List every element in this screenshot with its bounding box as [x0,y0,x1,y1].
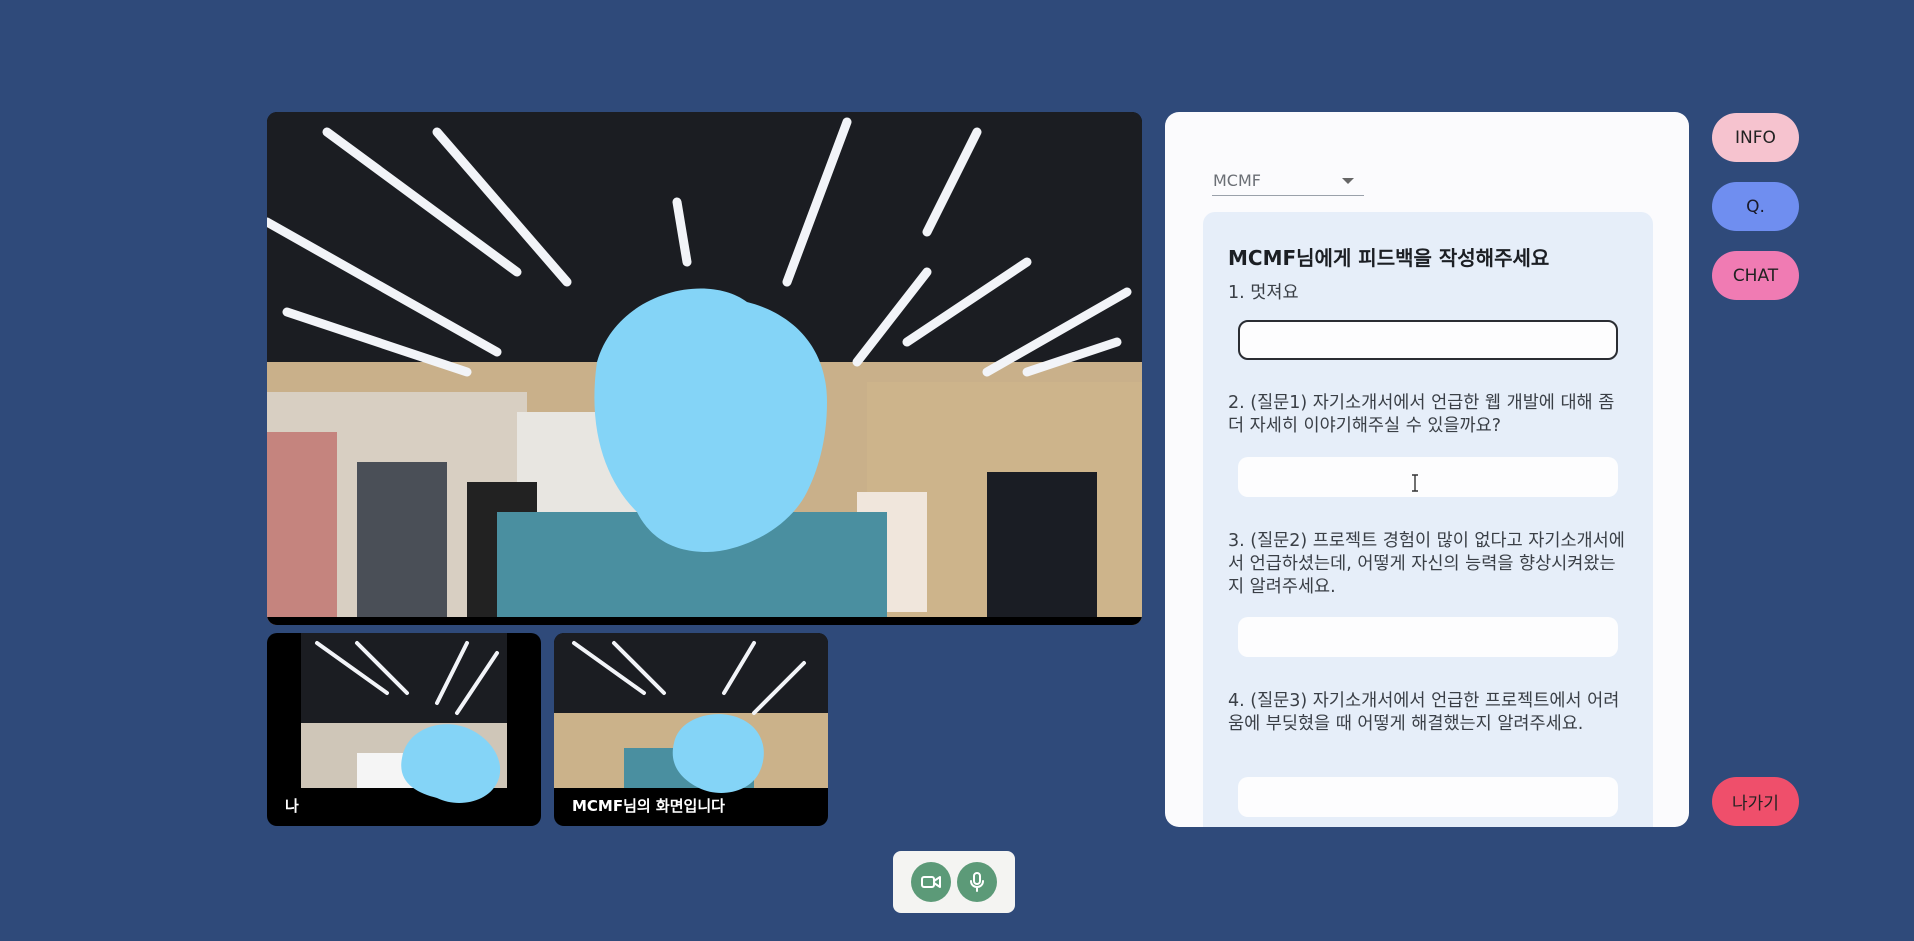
form-title: MCMF님에게 피드백을 작성해주세요 [1228,246,1550,270]
microphone-icon [970,872,984,892]
feedback-panel: MCMF MCMF님에게 피드백을 작성해주세요 1. 멋져요 2. (질문1)… [1165,112,1689,827]
main-video-feed [267,112,1142,625]
user-select-value: MCMF [1213,171,1261,190]
exit-button[interactable]: 나가기 [1712,777,1799,826]
question-3: 3. (질문2) 프로젝트 경험이 많이 없다고 자기소개서에서 언급하셨는데,… [1228,531,1625,597]
camera-toggle-button[interactable] [911,862,951,902]
peer-video-label: MCMF님의 화면입니다 [572,797,725,815]
chevron-down-icon [1342,177,1354,184]
mic-toggle-button[interactable] [957,862,997,902]
peer-video-thumbnail[interactable]: MCMF님의 화면입니다 [554,633,828,826]
office-scene-image [267,112,1142,625]
self-video-thumbnail[interactable]: 나 [267,633,541,826]
answer-2-input[interactable] [1238,457,1618,497]
question-2: 2. (질문1) 자기소개서에서 언급한 웹 개발에 대해 좀 더 자세히 이야… [1228,393,1615,436]
video-camera-icon [921,876,941,888]
text-cursor-icon [1412,474,1418,492]
question-1: 1. 멋져요 [1228,283,1299,303]
media-controls [893,851,1015,913]
info-button[interactable]: INFO [1712,113,1799,162]
self-video-label: 나 [285,797,299,815]
answer-1-input[interactable] [1238,320,1618,360]
chat-button[interactable]: CHAT [1712,251,1799,300]
self-video-image [301,633,507,803]
user-select-dropdown[interactable]: MCMF [1212,168,1364,196]
question-4: 4. (질문3) 자기소개서에서 언급한 프로젝트에서 어려움에 부딪혔을 때 … [1228,691,1620,734]
questions-button[interactable]: Q. [1712,182,1799,231]
feedback-form: MCMF님에게 피드백을 작성해주세요 1. 멋져요 2. (질문1) 자기소개… [1203,212,1653,827]
answer-4-input[interactable] [1238,777,1618,817]
answer-3-input[interactable] [1238,617,1618,657]
